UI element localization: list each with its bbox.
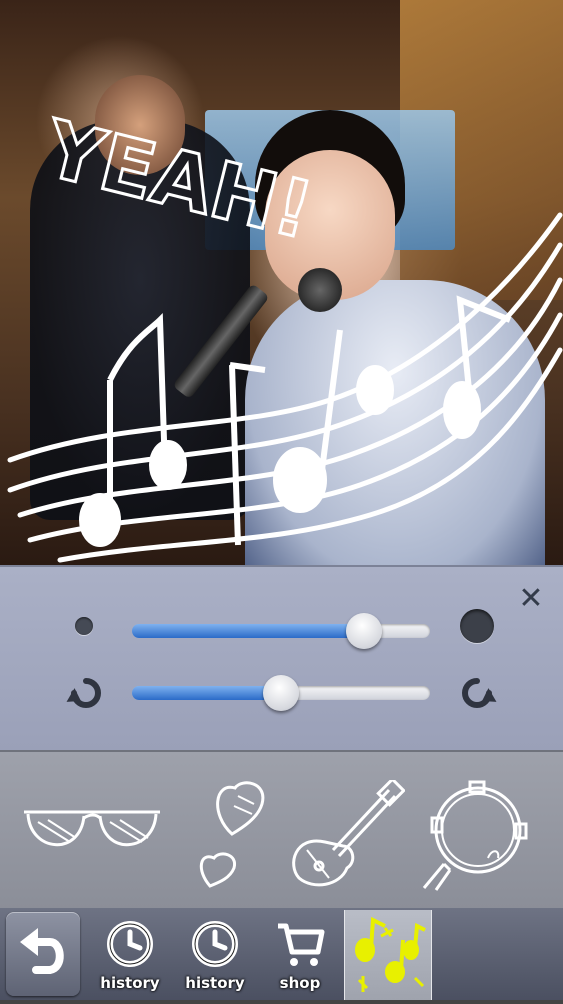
size-small-icon — [75, 617, 93, 635]
yeah-doodle-text: YEAH! — [35, 104, 321, 257]
tab-music-notes[interactable] — [344, 910, 432, 1000]
rotate-left-icon — [66, 678, 101, 708]
size-slider-fill — [132, 624, 364, 638]
rotate-right-icon — [462, 678, 497, 708]
rotation-slider-knob[interactable] — [263, 675, 299, 711]
tab-history-1-label: history — [100, 974, 160, 992]
rotation-slider[interactable] — [132, 675, 430, 711]
bottom-toolbar: history history shop — [0, 908, 563, 1000]
hearts-icon[interactable] — [190, 774, 270, 892]
sunglasses-icon[interactable] — [20, 802, 165, 862]
tab-history-2[interactable]: history — [175, 912, 255, 998]
cart-icon — [278, 923, 325, 966]
photo-canvas[interactable]: YEAH! — [0, 0, 563, 565]
music-notes-icon — [355, 916, 426, 992]
close-button[interactable]: ✕ — [517, 584, 545, 614]
tambourine-icon[interactable] — [418, 778, 538, 893]
tab-shop-label: shop — [279, 974, 321, 992]
rotation-slider-fill — [132, 686, 281, 700]
tab-history-2-label: history — [185, 974, 245, 992]
size-large-icon — [460, 609, 494, 643]
history-icon — [107, 921, 153, 967]
music-staff-sticker[interactable]: YEAH! — [0, 0, 563, 565]
tab-history-1[interactable]: history — [90, 912, 170, 998]
back-button[interactable] — [6, 912, 80, 996]
guitar-icon[interactable] — [285, 780, 405, 890]
sticker-tray — [0, 750, 563, 910]
adjustment-panel: ✕ — [0, 565, 563, 752]
size-slider[interactable] — [132, 613, 430, 649]
back-arrow-icon — [20, 928, 64, 974]
history-icon — [192, 921, 238, 967]
size-slider-knob[interactable] — [346, 613, 382, 649]
tab-shop[interactable]: shop — [260, 912, 340, 998]
